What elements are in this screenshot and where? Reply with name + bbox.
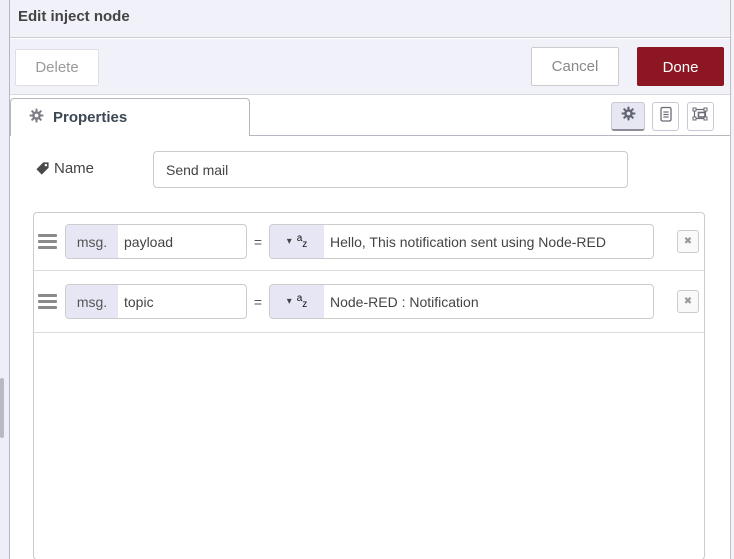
gear-icon xyxy=(621,106,636,126)
drag-handle-icon[interactable] xyxy=(38,234,58,249)
tab-properties[interactable]: Properties xyxy=(10,98,250,136)
string-type-icon: az xyxy=(296,292,308,310)
property-name[interactable]: payload xyxy=(118,225,246,258)
property-value-input[interactable]: ▾ az Node-RED : Notification xyxy=(269,284,654,319)
tag-icon xyxy=(35,161,50,181)
edit-inject-dialog: Edit inject node Delete Cancel Done Prop… xyxy=(0,0,734,559)
chevron-down-icon: ▾ xyxy=(286,296,292,307)
drag-handle-icon[interactable] xyxy=(38,294,58,309)
chevron-down-icon: ▾ xyxy=(286,236,292,247)
remove-row-button[interactable]: ✖ xyxy=(677,230,699,253)
property-row-topic: msg. topic = ▾ az Node-RED : Notificatio… xyxy=(34,271,704,333)
property-value-input[interactable]: ▾ az Hello, This notification sent using… xyxy=(269,224,654,259)
equals-sign: = xyxy=(253,233,263,250)
property-row-payload: msg. payload = ▾ az Hello, This notifica… xyxy=(34,213,704,271)
msg-prefix: msg. xyxy=(66,285,118,318)
dialog-title: Edit inject node xyxy=(18,8,130,25)
tab-properties-label: Properties xyxy=(53,109,128,126)
done-button[interactable]: Done xyxy=(637,47,724,86)
name-input[interactable] xyxy=(153,151,628,188)
type-select-button[interactable]: ▾ az xyxy=(270,285,324,318)
delete-button[interactable]: Delete xyxy=(15,49,99,86)
properties-view-button[interactable] xyxy=(611,102,645,131)
appearance-icon xyxy=(692,106,709,127)
edit-tray: Edit inject node Delete Cancel Done Prop… xyxy=(10,0,731,559)
msg-prefix: msg. xyxy=(66,225,118,258)
inject-properties-list: msg. payload = ▾ az Hello, This notifica… xyxy=(33,212,705,559)
property-value[interactable]: Hello, This notification sent using Node… xyxy=(324,225,653,258)
description-view-button[interactable] xyxy=(652,102,679,131)
string-type-icon: az xyxy=(296,232,308,250)
equals-sign: = xyxy=(253,293,263,310)
tab-bar: Properties xyxy=(10,95,730,136)
tab-bar-divider xyxy=(250,135,730,136)
document-icon xyxy=(658,106,674,128)
type-select-button[interactable]: ▾ az xyxy=(270,225,324,258)
close-icon: ✖ xyxy=(683,236,693,247)
close-icon: ✖ xyxy=(683,296,693,307)
property-key-input[interactable]: msg. topic xyxy=(65,284,247,319)
remove-row-button[interactable]: ✖ xyxy=(677,290,699,313)
property-value[interactable]: Node-RED : Notification xyxy=(324,285,653,318)
gear-icon xyxy=(29,108,44,128)
cancel-button[interactable]: Cancel xyxy=(531,47,619,86)
property-key-input[interactable]: msg. payload xyxy=(65,224,247,259)
tray-toolbar: Delete Cancel Done xyxy=(10,39,730,95)
property-name[interactable]: topic xyxy=(118,285,246,318)
appearance-view-button[interactable] xyxy=(687,102,714,131)
name-label: Name xyxy=(54,160,95,177)
workspace-edge xyxy=(0,0,10,559)
tray-header: Edit inject node xyxy=(10,0,730,38)
scrollbar-thumb[interactable] xyxy=(0,378,4,438)
